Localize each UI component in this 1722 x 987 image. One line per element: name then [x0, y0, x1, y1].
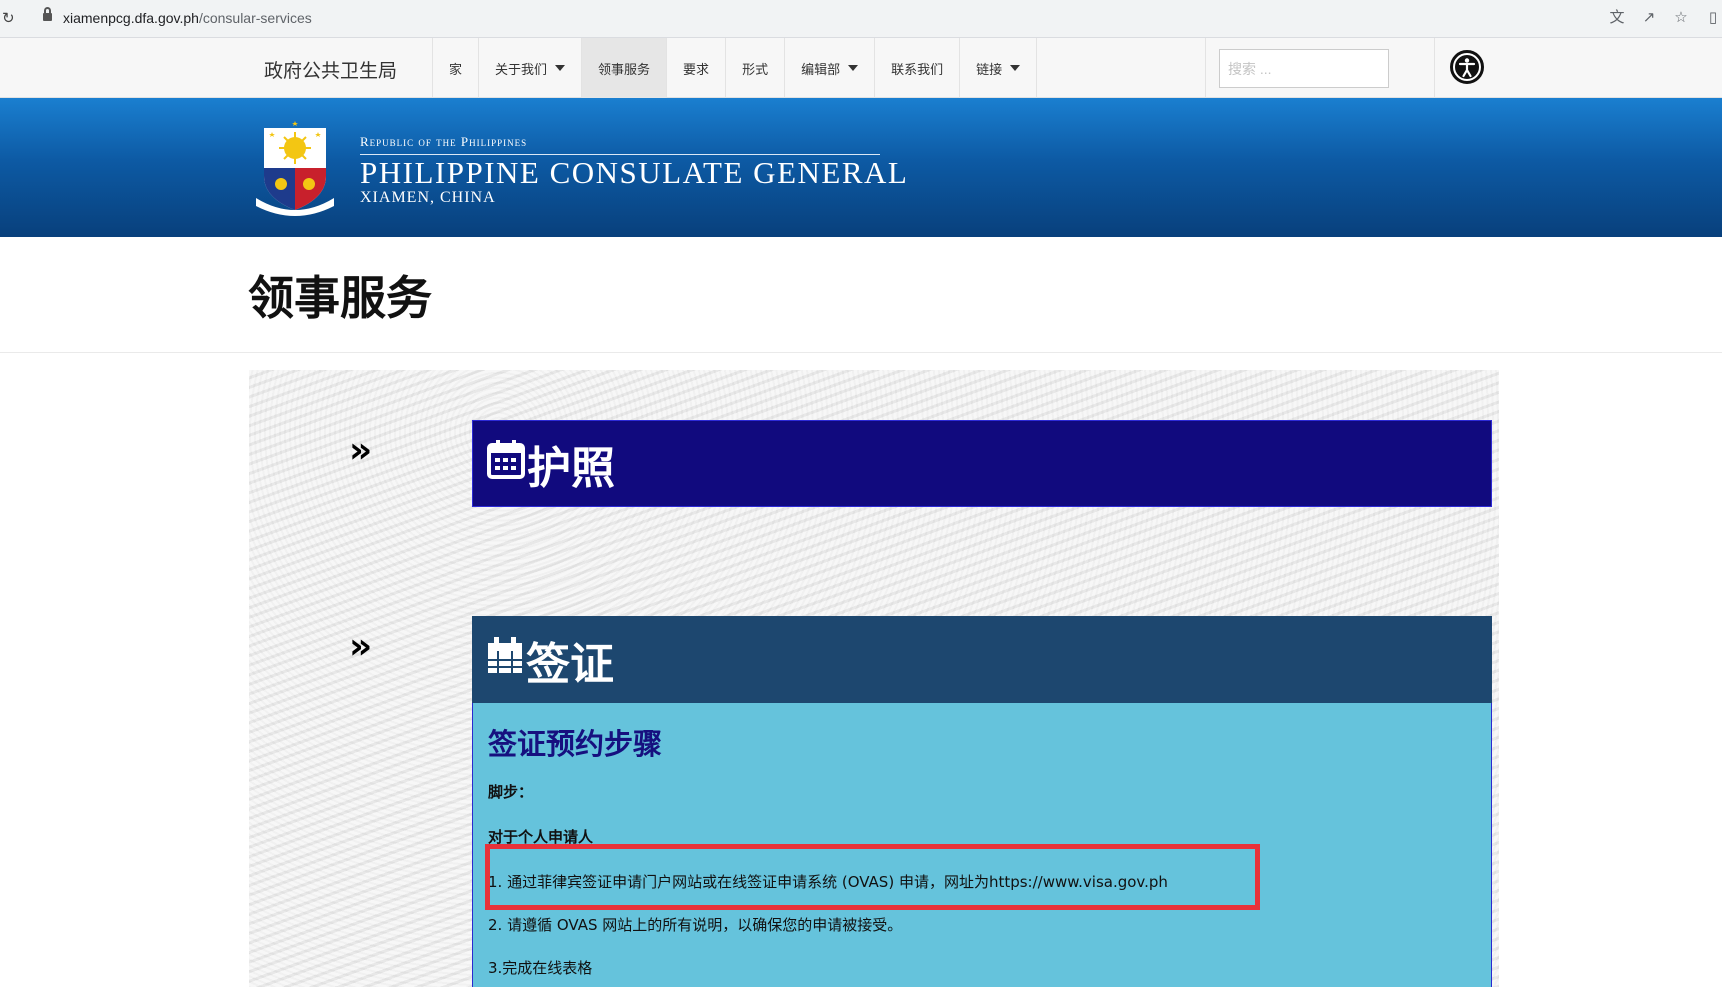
menu-label: 形式: [742, 62, 769, 78]
calendar-icon: [487, 439, 525, 489]
menu-label: 关于我们: [495, 62, 548, 78]
menu-item-about[interactable]: 关于我们: [479, 38, 583, 98]
reload-icon[interactable]: ↻: [2, 9, 15, 27]
visa-section-header[interactable]: 签证: [472, 616, 1492, 703]
double-chevron-right-icon: »: [349, 626, 372, 667]
search-input[interactable]: [1219, 49, 1389, 88]
visa-title: 签证: [526, 638, 614, 690]
visa-step-3: 3.完成在线表格: [488, 959, 593, 977]
lock-icon[interactable]: [43, 7, 52, 23]
menu-label: 领事服务: [598, 62, 651, 78]
main-menu: 家 关于我们 领事服务 要求 形式 编辑部 联系我们 链接: [432, 38, 1038, 98]
menu-item-newsroom[interactable]: 编辑部: [785, 38, 876, 98]
menu-label: 编辑部: [801, 62, 841, 78]
accessibility-icon[interactable]: [1450, 50, 1484, 84]
banner-republic: Republic of the Philippines: [360, 134, 528, 149]
site-brand[interactable]: 政府公共卫生局: [264, 56, 397, 83]
star-icon[interactable]: ☆: [1672, 8, 1690, 26]
browser-actions: 文 ↗ ☆ ▯: [1608, 8, 1722, 26]
philippine-seal-logo[interactable]: [250, 118, 340, 216]
share-icon[interactable]: ↗: [1640, 8, 1658, 26]
menu-label: 联系我们: [891, 62, 944, 78]
sidebar-icon[interactable]: ▯: [1704, 8, 1722, 26]
address-bar[interactable]: xiamenpcg.dfa.gov.ph/consular-services: [63, 10, 312, 26]
calendar-grid-icon: [486, 635, 524, 685]
visa-step-2: 2. 请遵循 OVAS 网站上的所有说明，以确保您的申请被接受。: [488, 916, 903, 934]
menu-label: 链接: [976, 62, 1003, 78]
url-domain: xiamenpcg.dfa.gov.ph: [63, 10, 199, 26]
menu-item-requirements[interactable]: 要求: [667, 38, 727, 98]
banner-location: XIAMEN, CHINA: [360, 189, 496, 206]
visa-subtitle: 签证预约步骤: [488, 727, 663, 761]
menu-item-contact[interactable]: 联系我们: [875, 38, 961, 98]
header-banner: Republic of the Philippines PHILIPPINE C…: [0, 98, 1722, 237]
menu-item-forms[interactable]: 形式: [726, 38, 786, 98]
double-chevron-right-icon: »: [349, 430, 372, 471]
steps-label: 脚步：: [488, 783, 534, 801]
page-title: 领事服务: [248, 271, 432, 325]
highlight-box: [485, 844, 1260, 910]
passport-section-header[interactable]: 护照: [472, 420, 1492, 507]
banner-consulate: PHILIPPINE CONSULATE GENERAL: [360, 155, 909, 190]
search-container: [1205, 38, 1435, 98]
menu-item-links[interactable]: 链接: [960, 38, 1038, 98]
caret-down-icon: [555, 65, 566, 71]
caret-down-icon: [1010, 65, 1021, 71]
translate-icon[interactable]: 文: [1608, 8, 1626, 26]
site-navigation: 政府公共卫生局 家 关于我们 领事服务 要求 形式 编辑部 联系我们 链接: [0, 38, 1722, 98]
menu-item-consular-services[interactable]: 领事服务: [582, 38, 668, 98]
passport-title: 护照: [527, 442, 615, 494]
menu-label: 家: [449, 62, 463, 78]
caret-down-icon: [848, 65, 859, 71]
menu-item-home[interactable]: 家: [433, 38, 480, 98]
menu-label: 要求: [683, 62, 710, 78]
banner-title-block: Republic of the Philippines PHILIPPINE C…: [360, 134, 908, 207]
url-path: /consular-services: [198, 10, 312, 26]
divider: [0, 352, 1722, 353]
browser-toolbar: ↻ xiamenpcg.dfa.gov.ph/consular-services…: [0, 0, 1722, 38]
